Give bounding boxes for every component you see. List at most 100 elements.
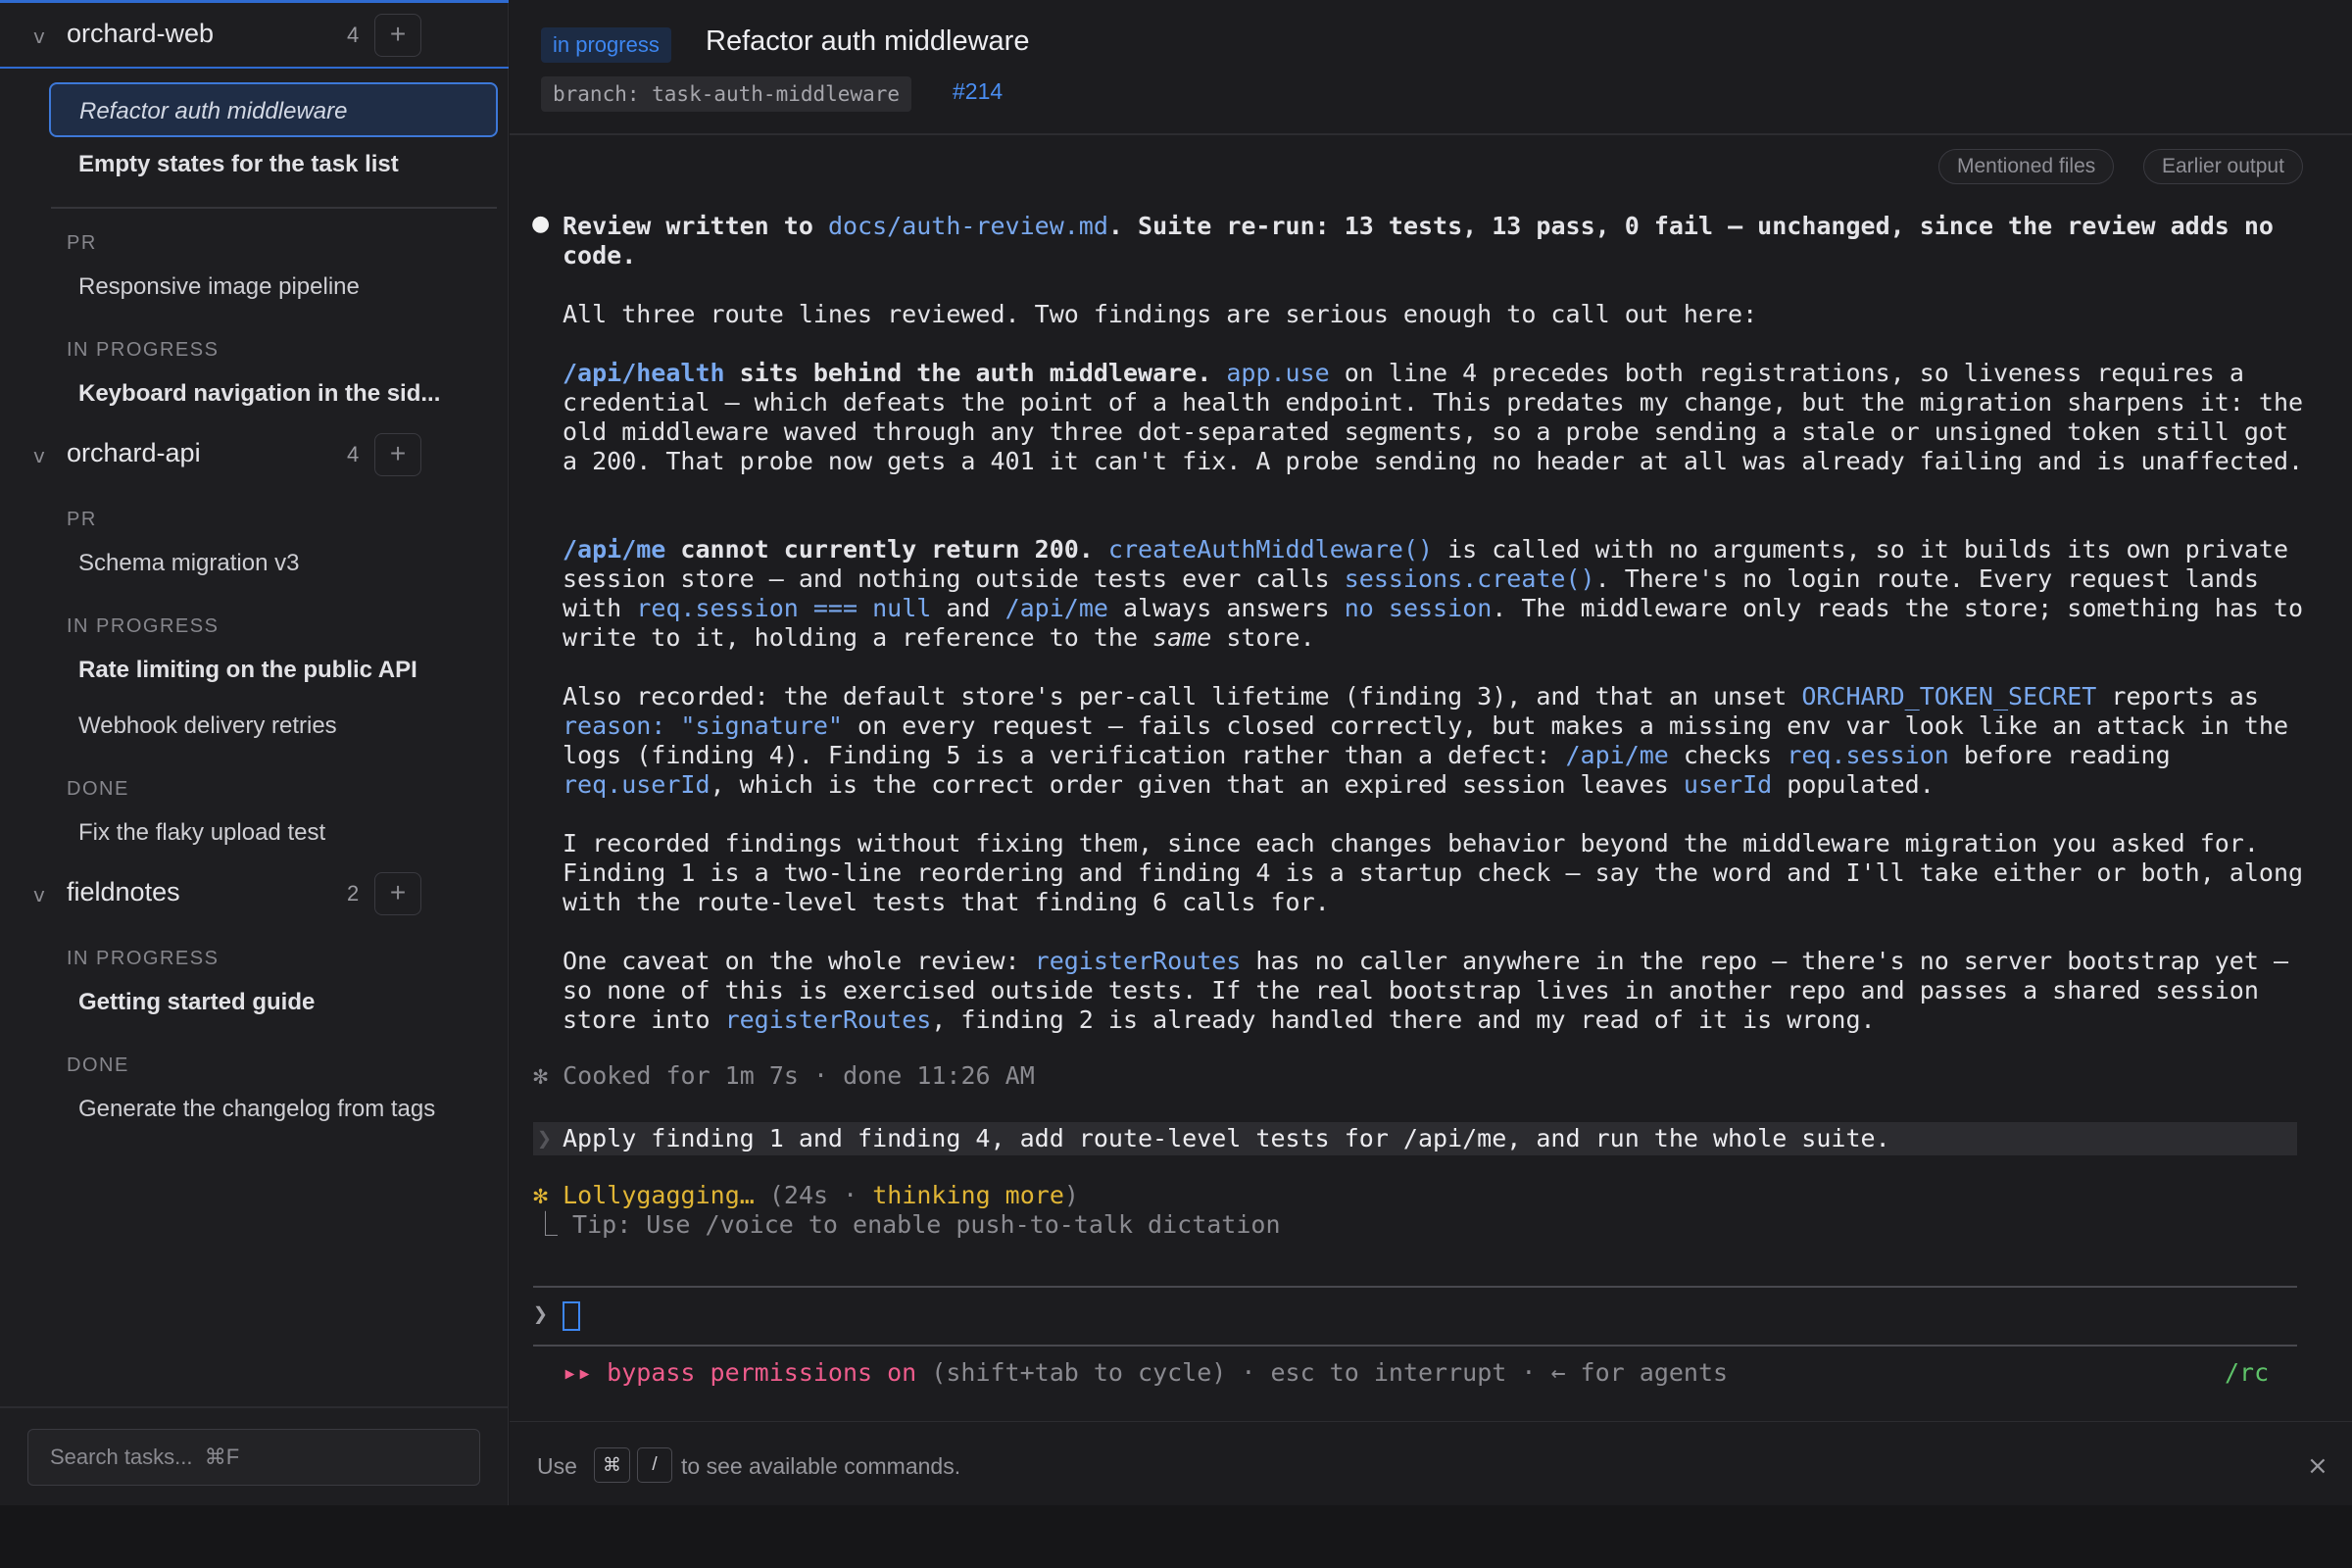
text: reports as <box>2096 682 2274 710</box>
code-span: ORCHARD_TOKEN_SECRET <box>1801 682 2097 710</box>
task-count: 4 <box>347 442 360 466</box>
rc-label: /rc <box>2225 1358 2270 1387</box>
chevron-down-icon[interactable]: v <box>33 883 45 906</box>
code-span: registerRoutes <box>1034 947 1242 975</box>
tip: ⎿ Tip: Use /voice to enable push-to-talk… <box>533 1210 1281 1239</box>
sidebar-item-task[interactable]: Responsive image pipeline <box>0 260 470 316</box>
text <box>1211 359 1226 387</box>
group-label: IN PROGRESS <box>67 948 220 969</box>
add-task-button[interactable]: + <box>374 433 421 476</box>
code-span: /api/me <box>1004 594 1108 622</box>
previous-prompt: ❯ Apply finding 1 and finding 4, add rou… <box>533 1122 2297 1155</box>
project-orchard-api[interactable]: v orchard-api 4 + <box>0 422 509 485</box>
text: ) <box>1063 1181 1079 1209</box>
main-panel: in progress Refactor auth middleware bra… <box>510 0 2352 1505</box>
bullet-icon: ● <box>531 212 551 236</box>
prompt-text: Apply finding 1 and finding 4, add route… <box>563 1124 1890 1152</box>
code-span: app.use <box>1226 359 1330 387</box>
mentioned-files-button[interactable]: Mentioned files <box>1938 149 2115 184</box>
page-title: Refactor auth middleware <box>706 25 1030 57</box>
file-link[interactable]: docs/auth-review.md <box>828 212 1108 240</box>
chevron-down-icon[interactable]: v <box>33 444 45 467</box>
slash-key: / <box>637 1447 672 1483</box>
search-box[interactable] <box>27 1429 480 1486</box>
group-label: DONE <box>67 1054 129 1076</box>
group-label: IN PROGRESS <box>67 615 220 637</box>
sidebar-item-task[interactable]: Getting started guide <box>0 975 470 1031</box>
group-label: PR <box>67 232 97 254</box>
code-span: /api/me <box>1565 741 1669 769</box>
code-span: req.session === null <box>636 594 932 622</box>
task-count: 2 <box>347 881 360 906</box>
add-task-button[interactable]: + <box>374 14 421 57</box>
sidebar: v orchard-web 4 + Refactor auth middlewa… <box>0 0 509 1505</box>
paragraph: I recorded findings without fixing them,… <box>563 829 2319 916</box>
sidebar-item-task[interactable]: Rate limiting on the public API <box>0 643 470 699</box>
add-task-button[interactable]: + <box>374 872 421 915</box>
code-span: sessions.create() <box>1344 564 1595 593</box>
code-span: req.session <box>1787 741 1949 769</box>
branch-chip: branch: task-auth-middleware <box>541 76 912 112</box>
other-findings: Also recorded: the default store's per-c… <box>563 682 2317 800</box>
text: and <box>931 594 1005 622</box>
command-key-icon: ⌘ <box>594 1447 630 1483</box>
pr-link[interactable]: #214 <box>953 78 1003 105</box>
spinner-icon: ✻ <box>533 1181 549 1209</box>
text: store. <box>1211 623 1315 652</box>
finding-health: /api/health sits behind the auth middlew… <box>563 359 2317 476</box>
search-input[interactable] <box>28 1430 479 1485</box>
text: Review written to <box>563 212 828 240</box>
sidebar-item-task[interactable]: Webhook delivery retries <box>0 699 470 755</box>
code-span: /api/me <box>563 535 666 564</box>
text: Also recorded: the default store's per-c… <box>563 682 1802 710</box>
chevron-down-icon[interactable]: v <box>33 24 45 48</box>
close-icon[interactable]: × <box>2307 1451 2328 1481</box>
hint-bar: Use ⌘ / to see available commands. × <box>510 1421 2352 1505</box>
sidebar-item-task[interactable]: Keyboard navigation in the sid... <box>0 367 470 422</box>
task-header: in progress Refactor auth middleware bra… <box>510 0 2352 135</box>
text: , which is the correct order given that … <box>710 770 1684 799</box>
terminal-transcript: Mentioned files Earlier output ● Review … <box>510 137 2352 1411</box>
code-span: req.userId <box>563 770 710 799</box>
earlier-output-button[interactable]: Earlier output <box>2143 149 2303 184</box>
text: populated. <box>1772 770 1935 799</box>
code-span: createAuthMiddleware() <box>1107 535 1434 564</box>
text: (24s · <box>754 1181 873 1209</box>
sidebar-item-task[interactable]: Fix the flaky upload test <box>0 806 470 861</box>
text: , finding 2 is already handled there and… <box>931 1005 1876 1034</box>
input-border <box>533 1345 2297 1347</box>
project-fieldnotes[interactable]: v fieldnotes 2 + <box>0 861 509 924</box>
hint-text: to see available commands. <box>681 1453 961 1479</box>
mode-label[interactable]: bypass permissions on <box>592 1358 916 1387</box>
task-tree: v orchard-web 4 + Refactor auth middlewa… <box>0 3 509 1404</box>
finding-me: /api/me cannot currently return 200. cre… <box>563 535 2317 653</box>
divider <box>0 1406 509 1408</box>
group-label: IN PROGRESS <box>67 339 220 361</box>
group-label: PR <box>67 509 97 530</box>
code-span: reason: "signature" <box>563 711 843 740</box>
text <box>1094 535 1108 564</box>
input-prompt-icon: ❯ <box>533 1299 549 1328</box>
text: before reading <box>1948 741 2185 769</box>
mode-arrows-icon: ▸▸ <box>563 1358 593 1387</box>
review-summary: Review written to docs/auth-review.md. S… <box>563 212 2317 270</box>
prompt-arrow-icon: ❯ <box>537 1124 553 1152</box>
group-label: DONE <box>67 778 129 800</box>
text: sits behind the auth middleware. <box>724 359 1212 387</box>
code-span: no session <box>1344 594 1493 622</box>
prompt-input[interactable] <box>563 1301 580 1331</box>
sidebar-item-selected-task[interactable]: Refactor auth middleware <box>49 82 498 137</box>
project-name: fieldnotes <box>67 877 180 906</box>
status-badge: in progress <box>541 27 671 63</box>
code-span: userId <box>1683 770 1773 799</box>
sidebar-item-task[interactable]: Empty states for the task list <box>0 137 470 193</box>
sidebar-item-task[interactable]: Schema migration v3 <box>0 536 470 592</box>
paragraph: All three route lines reviewed. Two find… <box>563 300 1758 328</box>
hint-text: Use <box>537 1453 577 1479</box>
text: always answers <box>1107 594 1345 622</box>
project-orchard-web[interactable]: v orchard-web 4 + <box>0 3 509 69</box>
status-word: Lollygagging… <box>563 1181 755 1209</box>
sidebar-item-task[interactable]: Generate the changelog from tags <box>0 1082 470 1138</box>
code-span: /api/health <box>563 359 725 387</box>
caveat: One caveat on the whole review: register… <box>563 947 2317 1035</box>
